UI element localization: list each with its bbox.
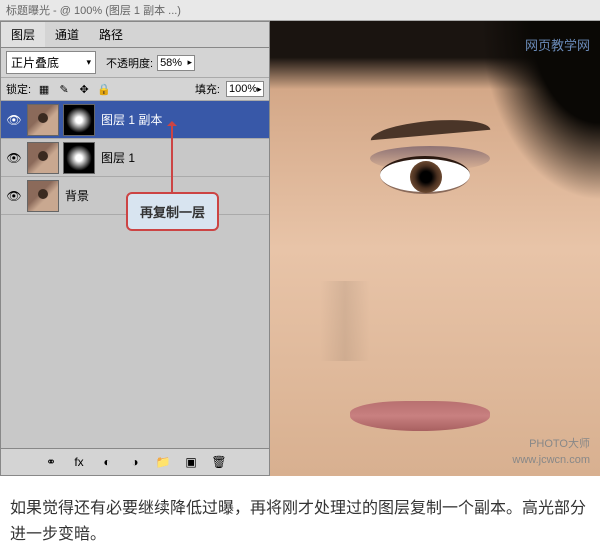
image-eyebrow-region [370,116,491,140]
new-layer-icon[interactable]: ▣ [182,453,200,471]
tab-channels[interactable]: 通道 [45,22,89,47]
layers-panel: 图层 通道 路径 正片叠底 ▾ 不透明度: 58% ▸ 锁定: ▦ ✎ ✥ 🔒 … [0,21,270,476]
layer-name: 图层 1 [101,149,135,166]
watermark-top: 网页教学网 [525,35,590,54]
layer-mask-thumbnail[interactable] [63,142,95,174]
blend-mode-select[interactable]: 正片叠底 ▾ [6,51,96,74]
chevron-right-icon: ▸ [257,84,262,95]
lock-brush-icon[interactable]: ✎ [57,82,71,96]
fx-icon[interactable]: fx [70,453,88,471]
lock-icons: ▦ ✎ ✥ 🔒 [37,82,111,96]
fill-label: 填充: [195,81,220,97]
layer-mask-thumbnail[interactable] [63,104,95,136]
trash-icon[interactable]: 🗑 [210,453,228,471]
opacity-label: 不透明度: [106,55,153,71]
tutorial-caption: 如果觉得还有必要继续降低过曝，再将刚才处理过的图层复制一个副本。高光部分进一步变… [0,476,600,557]
lock-all-icon[interactable]: 🔒 [97,82,111,96]
fill-value: 100% [229,83,257,95]
layer-row[interactable]: 👁 图层 1 [1,139,269,177]
visibility-icon[interactable]: 👁 [5,111,23,129]
layer-row[interactable]: 👁 图层 1 副本 [1,101,269,139]
lock-transparency-icon[interactable]: ▦ [37,82,51,96]
lock-row: 锁定: ▦ ✎ ✥ 🔒 填充: 100% ▸ [1,78,269,101]
opacity-input[interactable]: 58% ▸ [157,55,195,71]
panel-tabs: 图层 通道 路径 [1,22,269,48]
tab-layers[interactable]: 图层 [1,22,45,47]
link-icon[interactable]: ⚭ [42,453,60,471]
visibility-icon[interactable]: 👁 [5,187,23,205]
lock-label: 锁定: [6,81,31,97]
image-iris-region [410,161,442,193]
blend-mode-value: 正片叠底 [11,54,59,71]
adjustment-icon[interactable]: ◑ [126,453,144,471]
tab-paths[interactable]: 路径 [89,22,133,47]
canvas-image: 网页教学网 PHOTO大师 www.jcwcn.com [270,21,600,476]
visibility-icon[interactable]: 👁 [5,149,23,167]
opacity-value: 58% [160,57,182,69]
image-nose-region [320,281,370,361]
folder-icon[interactable]: 📁 [154,453,172,471]
layer-name: 背景 [65,187,89,204]
watermark-url: www.jcwcn.com [512,453,590,468]
fill-input[interactable]: 100% ▸ [226,81,264,97]
chevron-right-icon: ▸ [188,57,193,68]
callout-box: 再复制一层 [126,192,219,231]
layers-list: 👁 图层 1 副本 👁 图层 1 👁 背景 [1,101,269,448]
callout-arrow [171,122,173,194]
layer-thumbnail[interactable] [27,180,59,212]
image-lips-region [350,401,490,431]
panel-footer: ⚭ fx ◐ ◑ 📁 ▣ 🗑 [1,448,269,475]
image-eye-region [380,156,470,194]
window-title: 标题曝光 - @ 100% (图层 1 副本 ...) [0,0,600,21]
blend-row: 正片叠底 ▾ 不透明度: 58% ▸ [1,48,269,78]
chevron-down-icon: ▾ [86,57,91,68]
lock-move-icon[interactable]: ✥ [77,82,91,96]
layer-thumbnail[interactable] [27,142,59,174]
layer-name: 图层 1 副本 [101,111,162,128]
watermark-brand: PHOTO大师 [512,437,590,452]
layer-thumbnail[interactable] [27,104,59,136]
watermark-bottom: PHOTO大师 www.jcwcn.com [512,437,590,468]
mask-icon[interactable]: ◐ [98,453,116,471]
